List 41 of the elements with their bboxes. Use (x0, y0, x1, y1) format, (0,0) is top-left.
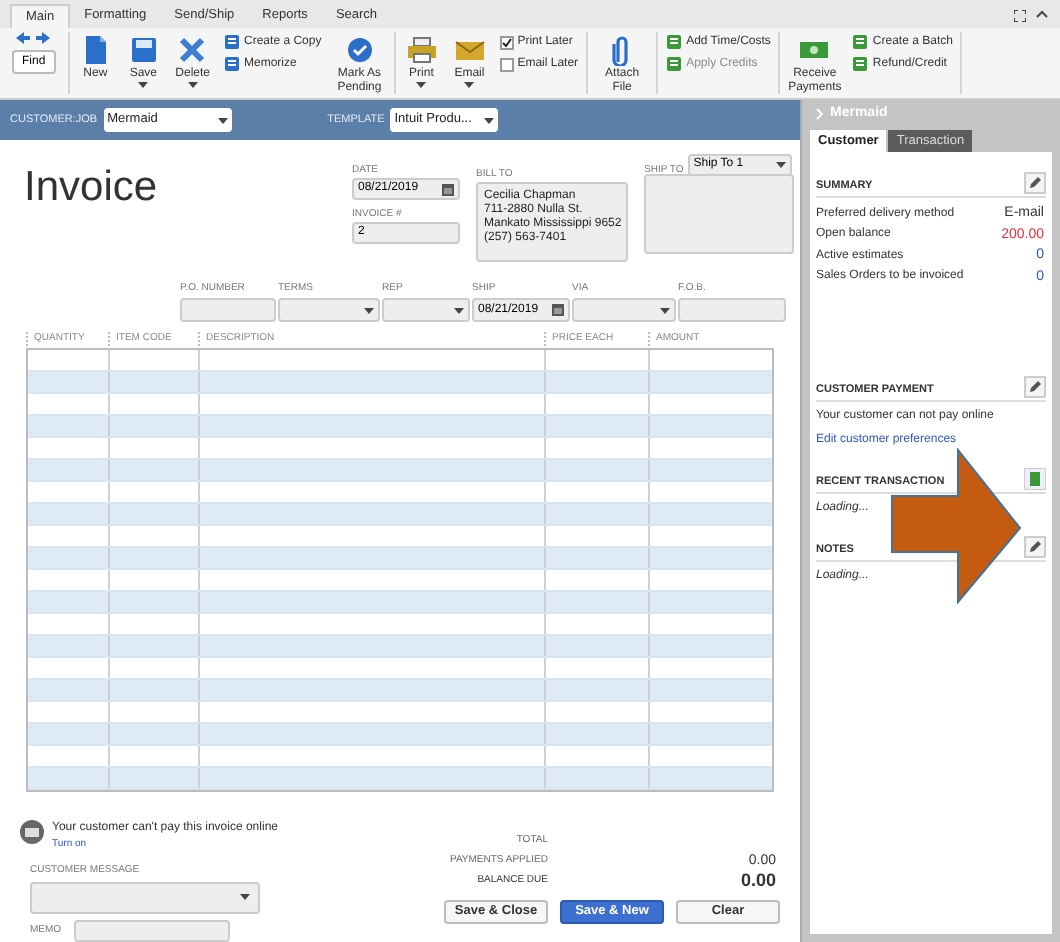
dropdown-field[interactable] (278, 298, 380, 322)
customer-message-select[interactable] (30, 881, 260, 913)
edit-button[interactable] (1024, 376, 1046, 398)
total-value: 0.00 (740, 868, 778, 895)
check-badge-icon (343, 34, 376, 66)
caret-icon (660, 307, 670, 313)
text-field[interactable] (180, 298, 276, 322)
text-field[interactable] (678, 298, 786, 322)
checkbox[interactable] (499, 35, 514, 49)
calendar-icon (552, 304, 564, 316)
caret-icon (416, 82, 427, 88)
expand-icon[interactable] (1014, 10, 1026, 22)
edit-button[interactable] (1024, 172, 1046, 194)
ship-to-field[interactable] (644, 174, 794, 254)
caret-icon (217, 117, 228, 123)
pencil-icon (1028, 540, 1042, 554)
calendar-icon (442, 183, 454, 195)
pencil-icon (1028, 380, 1042, 394)
caret-icon (775, 162, 786, 168)
x-mark-icon (176, 34, 209, 66)
caret-icon (187, 82, 198, 88)
caret-icon (240, 894, 250, 900)
chevron-icon[interactable] (816, 108, 824, 120)
caret-icon (454, 307, 464, 313)
memo-field[interactable] (73, 919, 230, 941)
caret-icon (464, 82, 475, 88)
checkbox[interactable] (499, 57, 514, 71)
collapse-icon[interactable] (1036, 10, 1048, 18)
pencil-icon (1028, 176, 1042, 190)
back-arrow-icon[interactable] (16, 32, 31, 44)
dropdown-field[interactable] (572, 298, 676, 322)
caret-icon (364, 307, 374, 313)
caret-icon (138, 82, 149, 88)
dropdown-field[interactable] (382, 298, 470, 322)
card-icon (20, 820, 44, 844)
caret-icon (484, 117, 495, 123)
edit-button[interactable] (1024, 536, 1046, 558)
invoice-title: Invoice (24, 164, 158, 210)
printer-icon (405, 34, 438, 66)
forward-arrow-icon[interactable] (36, 32, 51, 44)
document-icon[interactable] (1024, 468, 1046, 490)
